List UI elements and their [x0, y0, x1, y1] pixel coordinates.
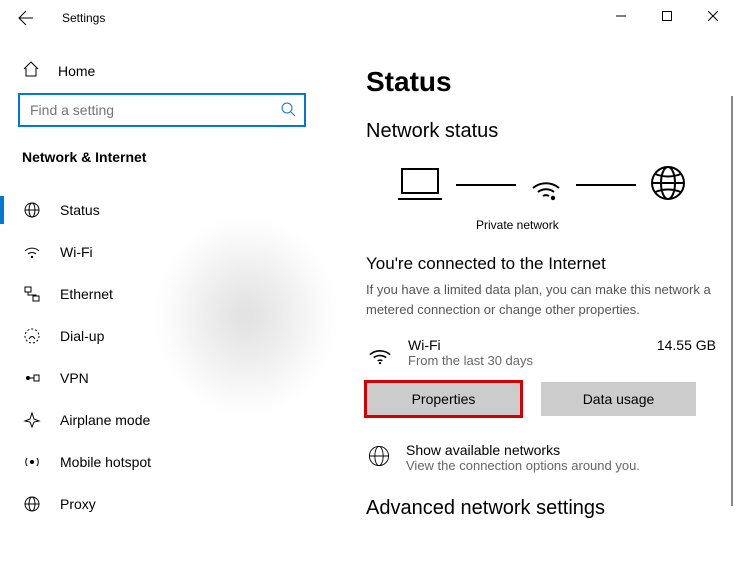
wifi-icon: [366, 337, 394, 365]
sidebar-category: Network & Internet: [18, 149, 330, 165]
maximize-button[interactable]: [644, 0, 690, 32]
wifi-icon: [528, 165, 564, 204]
computer-icon: [396, 163, 444, 206]
ethernet-icon: [22, 284, 42, 304]
window-controls: [598, 0, 736, 32]
hotspot-icon: [22, 452, 42, 472]
globe-icon: [366, 442, 392, 468]
sidebar-item-label: Mobile hotspot: [60, 454, 151, 470]
status-icon: [22, 200, 42, 220]
vpn-icon: [22, 368, 42, 388]
sidebar-item-label: Proxy: [60, 496, 96, 512]
scrollbar[interactable]: [731, 96, 733, 506]
show-networks-row[interactable]: Show available networks View the connect…: [366, 442, 736, 473]
sidebar-item-dialup[interactable]: Dial-up: [18, 315, 330, 357]
data-usage-button[interactable]: Data usage: [541, 382, 696, 416]
globe-icon: [648, 163, 688, 206]
diagram-line: [456, 184, 516, 186]
properties-button[interactable]: Properties: [366, 382, 521, 416]
window-title: Settings: [62, 11, 105, 25]
show-networks-label: Show available networks: [406, 442, 640, 458]
sidebar: Home Network & Internet Status Wi-Fi Ether…: [0, 36, 330, 583]
content: Status Network status Private network Yo…: [330, 36, 736, 583]
show-networks-sub: View the connection options around you.: [406, 458, 640, 473]
sidebar-item-airplane[interactable]: Airplane mode: [18, 399, 330, 441]
minimize-button[interactable]: [598, 0, 644, 32]
proxy-icon: [22, 494, 42, 514]
connection-summary: Wi-Fi From the last 30 days 14.55 GB: [366, 331, 736, 368]
back-button[interactable]: [10, 2, 42, 34]
search-input[interactable]: [28, 101, 280, 119]
arrow-left-icon: [18, 10, 34, 26]
page-title: Status: [366, 66, 736, 98]
sidebar-item-label: Ethernet: [60, 286, 113, 302]
sidebar-item-status[interactable]: Status: [18, 189, 330, 231]
connected-heading: You're connected to the Internet: [366, 254, 736, 274]
sidebar-item-label: Status: [60, 202, 100, 218]
search-icon: [280, 101, 296, 120]
sidebar-item-label: Airplane mode: [60, 412, 150, 428]
dialup-icon: [22, 326, 42, 346]
minimize-icon: [616, 11, 626, 21]
connection-name: Wi-Fi: [408, 337, 643, 353]
sidebar-item-label: Wi-Fi: [60, 244, 93, 260]
sidebar-item-vpn[interactable]: VPN: [18, 357, 330, 399]
sidebar-item-ethernet[interactable]: Ethernet: [18, 273, 330, 315]
search-box[interactable]: [18, 93, 306, 127]
sidebar-item-hotspot[interactable]: Mobile hotspot: [18, 441, 330, 483]
wifi-icon: [22, 242, 42, 262]
airplane-icon: [22, 410, 42, 430]
maximize-icon: [662, 11, 672, 21]
connection-buttons: Properties Data usage: [366, 382, 736, 416]
diagram-caption: Private network: [476, 218, 736, 232]
sidebar-item-wifi[interactable]: Wi-Fi: [18, 231, 330, 273]
sidebar-item-label: VPN: [60, 370, 89, 386]
close-icon: [708, 11, 718, 21]
advanced-heading: Advanced network settings: [366, 497, 736, 520]
connection-period: From the last 30 days: [408, 353, 643, 368]
sidebar-home-label: Home: [58, 63, 95, 79]
connected-body: If you have a limited data plan, you can…: [366, 280, 736, 319]
network-status-heading: Network status: [366, 120, 736, 143]
sidebar-item-proxy[interactable]: Proxy: [18, 483, 330, 525]
connection-usage: 14.55 GB: [657, 337, 736, 353]
diagram-line: [576, 184, 636, 186]
sidebar-item-label: Dial-up: [60, 328, 104, 344]
home-icon: [22, 60, 40, 81]
sidebar-home[interactable]: Home: [18, 56, 330, 93]
close-button[interactable]: [690, 0, 736, 32]
network-diagram: [396, 163, 736, 206]
